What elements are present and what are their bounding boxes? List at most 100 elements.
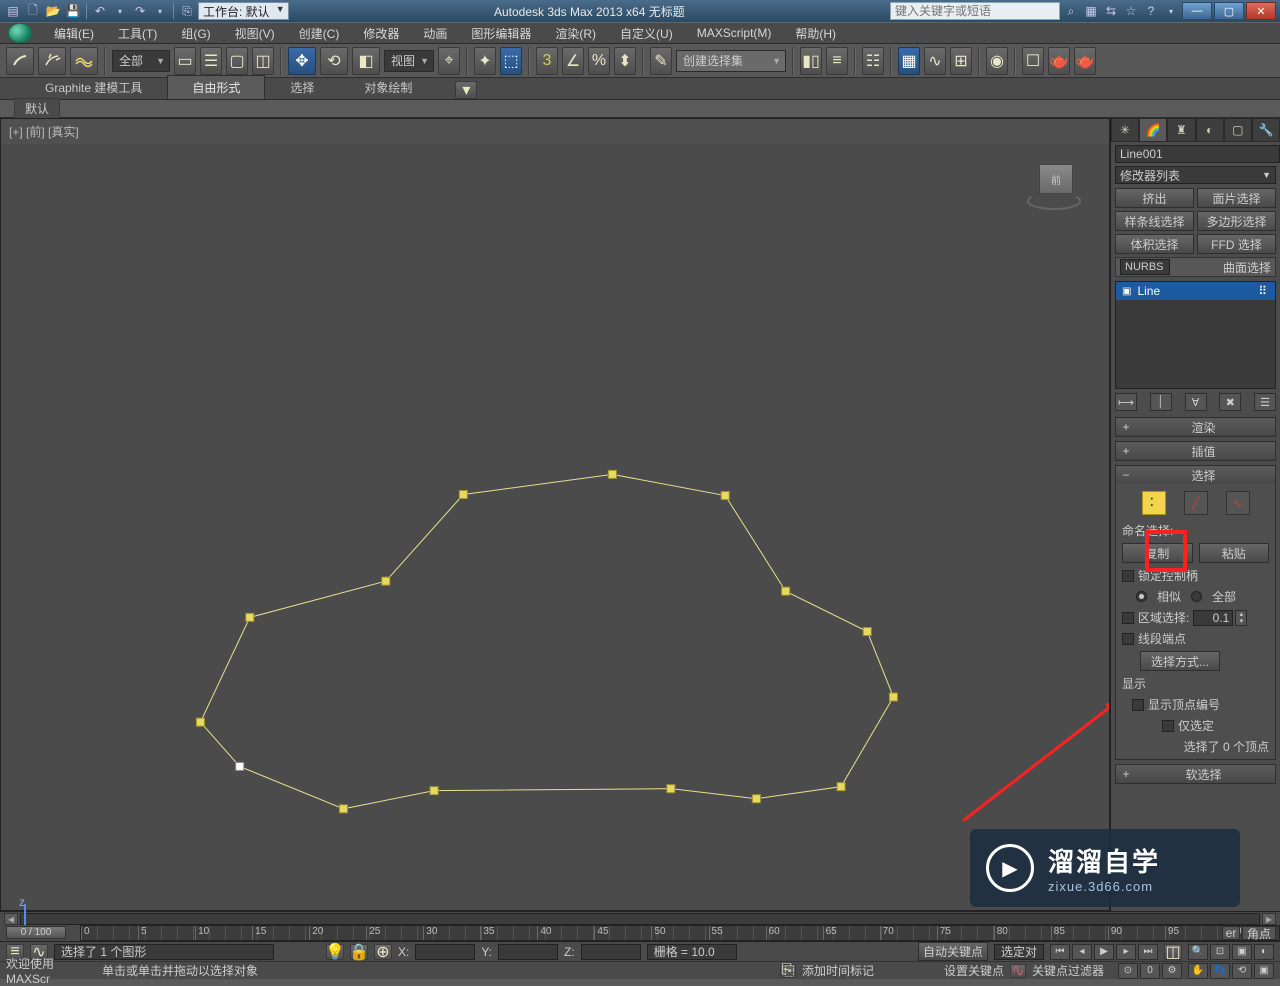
undo-drop-icon[interactable]: ▾ [111,3,129,19]
time-config-icon[interactable]: ⚙ [1162,963,1182,979]
plus-icon[interactable]: + [1120,767,1132,781]
close-button[interactable]: ✕ [1246,2,1276,20]
stack-config-icon[interactable]: ☰ [1254,393,1276,411]
select-object-icon[interactable]: ▭ [174,47,196,75]
percent-snap-icon[interactable]: % [588,47,610,75]
ribbon-tab-paint[interactable]: 对象绘制 [339,75,437,99]
object-name-input[interactable] [1115,145,1280,163]
redo-drop-icon[interactable]: ▾ [151,3,169,19]
menu-edit[interactable]: 编辑(E) [44,23,104,44]
help-search-input[interactable] [890,2,1060,20]
spinner-snap-icon[interactable]: ⬍ [614,47,636,75]
manipulate-icon[interactable]: ✦ [474,47,496,75]
menu-render[interactable]: 渲染(R) [545,23,606,44]
mod-btn-extrude[interactable]: 挤出 [1115,188,1194,208]
curve-editor-icon[interactable]: ∿ [924,47,946,75]
nurbs-drop[interactable]: NURBS [1120,259,1170,275]
similar-radio[interactable] [1136,591,1147,602]
menu-tools[interactable]: 工具(T) [108,23,167,44]
menu-customize[interactable]: 自定义(U) [610,23,683,44]
modifier-list-drop[interactable]: 修改器列表 [1115,166,1276,184]
align-icon[interactable]: ≡ [826,47,848,75]
goto-end-icon[interactable]: ⏭ [1138,944,1158,960]
show-vertex-num-check[interactable] [1132,699,1144,711]
redo-icon[interactable]: ↷ [131,3,149,19]
app-logo-icon[interactable] [8,23,32,43]
stack-pin-icon[interactable]: ⟼ [1115,393,1137,411]
stack-remove-icon[interactable]: ✖ [1219,393,1241,411]
tab-utilities-icon[interactable]: 🔧 [1252,118,1280,142]
menu-maxscript[interactable]: MAXScript(M) [687,24,782,42]
isolate-icon[interactable]: ◫ [1164,944,1182,960]
new-icon[interactable]: 🗋 [24,3,42,19]
ribbon-toggle-icon[interactable]: ▦ [898,47,920,75]
tag-icon[interactable]: ⎘ [780,964,796,978]
time-slider-handle[interactable]: 0 / 100 [6,926,66,939]
menu-views[interactable]: 视图(V) [225,23,285,44]
stack-item-line[interactable]: Line [1116,282,1275,300]
viewport-label[interactable]: [+] [前] [真实] [1,119,1109,144]
only-selected-check[interactable] [1162,720,1174,732]
auto-key-button[interactable]: 自动关键点 [918,942,988,961]
selection-set-status-drop[interactable]: 选定对 [994,944,1044,960]
tab-motion-icon[interactable]: ◐ [1196,118,1224,142]
viewport[interactable]: x z 前 [1,144,1109,910]
track-scroll-right-icon[interactable]: ▸ [1262,913,1276,925]
play-icon[interactable]: ▶ [1094,944,1114,960]
named-selection-drop[interactable]: 创建选择集 [676,50,786,72]
open-icon[interactable]: 📂 [44,3,62,19]
link-icon[interactable]: ⎘ [178,3,196,19]
mirror-icon[interactable]: ▮▯ [800,47,822,75]
ribbon-tab-selection[interactable]: 选择 [265,75,339,99]
menu-animation[interactable]: 动画 [413,23,457,44]
all-radio[interactable] [1191,591,1202,602]
render-prod-icon[interactable]: 🫖 [1074,47,1096,75]
plus-icon[interactable]: + [1120,444,1132,458]
area-select-check[interactable] [1122,612,1134,624]
tab-hierarchy-icon[interactable]: ♜ [1167,118,1195,142]
bind-space-warp-icon[interactable] [70,47,98,75]
window-crossing-icon[interactable]: ◫ [252,47,274,75]
lock-handles-check[interactable] [1122,570,1134,582]
lightbulb-icon[interactable]: 💡 [326,944,344,960]
ribbon-sub-default[interactable]: 默认 [14,98,60,119]
modifier-stack[interactable]: Line [1115,281,1276,389]
menu-help[interactable]: 帮助(H) [785,23,846,44]
viewcube-ring-icon[interactable] [1027,192,1081,210]
mod-btn-vol-select[interactable]: 体积选择 [1115,234,1194,254]
mod-btn-ffd-select[interactable]: FFD 选择 [1197,234,1276,254]
viewcube-face[interactable]: 前 [1039,164,1073,194]
app-menu-icon[interactable]: ▤ [4,3,22,19]
selection-filter-drop[interactable]: 全部 [112,50,170,72]
named-sel-edit-icon[interactable]: ✎ [650,47,672,75]
key-filter-icon[interactable]: ∿ [1010,964,1026,978]
prev-frame-icon[interactable]: ◂ [1072,944,1092,960]
spinner-icon[interactable]: ▴▾ [1235,610,1247,626]
segment-subobj-button[interactable]: ╱ [1184,491,1208,515]
schematic-view-icon[interactable]: ⊞ [950,47,972,75]
keyboard-shortcut-icon[interactable]: ⬚ [500,47,522,75]
menu-create[interactable]: 创建(C) [289,23,350,44]
tab-display-icon[interactable]: ▢ [1224,118,1252,142]
zoom-all-icon[interactable]: ⊡ [1210,944,1230,960]
frame-input[interactable]: 0 [1140,963,1160,979]
mod-btn-spline-select[interactable]: 样条线选择 [1115,211,1194,231]
help-icon[interactable]: ? [1142,3,1160,19]
ribbon-tab-freeform[interactable]: 自由形式 [167,75,265,99]
stack-unique-icon[interactable]: ∀ [1185,393,1207,411]
help-drop-icon[interactable]: ▾ [1162,3,1180,19]
fov-icon[interactable]: ◐ [1254,944,1274,960]
set-key-button[interactable]: 设置关键点 [944,962,1004,979]
rollout-interp-title[interactable]: 插值 [1136,443,1271,460]
pivot-center-icon[interactable]: ⌖ [438,47,460,75]
segment-end-check[interactable] [1122,633,1134,645]
move-tool-icon[interactable]: ✥ [288,47,316,75]
search-icon[interactable]: ⌕ [1062,3,1080,19]
rollout-soft-sel-title[interactable]: 软选择 [1136,766,1271,783]
render-setup-icon[interactable]: ☐ [1022,47,1044,75]
copy-button[interactable]: 复制 [1122,543,1193,563]
stack-show-icon[interactable]: │ [1150,393,1172,411]
add-time-tag[interactable]: 添加时间标记 [802,962,892,979]
orbit-icon[interactable]: ⟲ [1232,963,1252,979]
select-rect-icon[interactable]: ▢ [226,47,248,75]
